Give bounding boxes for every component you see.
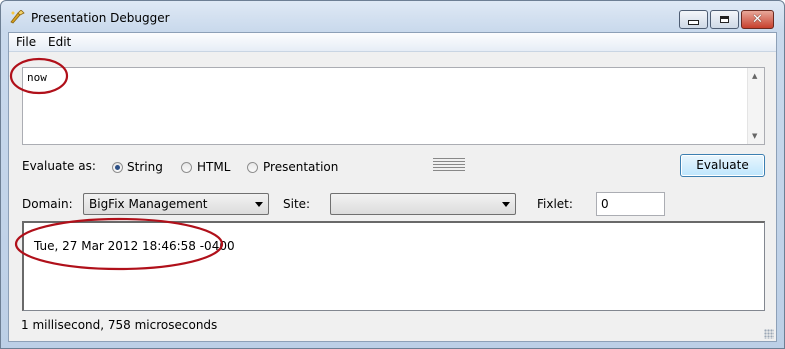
scroll-down-icon[interactable]: ▼ bbox=[752, 132, 757, 140]
expression-input[interactable]: now ▲ ▼ bbox=[22, 67, 765, 145]
radio-presentation[interactable] bbox=[247, 162, 258, 173]
menu-edit[interactable]: Edit bbox=[48, 35, 71, 49]
close-icon: ✕ bbox=[752, 12, 763, 27]
result-output[interactable]: Tue, 27 Mar 2012 18:46:58 -0400 bbox=[22, 221, 765, 311]
fixlet-label: Fixlet: bbox=[537, 197, 573, 211]
radio-string[interactable] bbox=[112, 162, 123, 173]
app-window: Presentation Debugger ✕ File Edit now ▲ … bbox=[0, 0, 785, 349]
fixlet-input[interactable]: 0 bbox=[596, 192, 665, 216]
chevron-down-icon bbox=[255, 202, 263, 207]
scroll-up-icon[interactable]: ▲ bbox=[752, 72, 757, 80]
maximize-button[interactable] bbox=[710, 10, 739, 29]
expression-scrollbar[interactable]: ▲ ▼ bbox=[747, 68, 764, 144]
client-area: File Edit now ▲ ▼ Evaluate as: String HT… bbox=[8, 32, 777, 342]
maximize-icon bbox=[720, 16, 729, 23]
radio-string-label[interactable]: String bbox=[127, 160, 163, 174]
status-text: 1 millisecond, 758 microseconds bbox=[21, 318, 218, 332]
minimize-icon bbox=[688, 20, 699, 25]
site-label: Site: bbox=[283, 197, 311, 211]
title-bar[interactable]: Presentation Debugger ✕ bbox=[1, 1, 784, 31]
domain-select-value: BigFix Management bbox=[89, 197, 208, 211]
expression-text: now bbox=[27, 71, 47, 84]
menu-file[interactable]: File bbox=[16, 35, 36, 49]
radio-presentation-label[interactable]: Presentation bbox=[263, 160, 338, 174]
evaluate-button[interactable]: Evaluate bbox=[680, 154, 765, 177]
close-button[interactable]: ✕ bbox=[741, 10, 774, 29]
result-text: Tue, 27 Mar 2012 18:46:58 -0400 bbox=[34, 239, 235, 253]
resize-grip-icon[interactable] bbox=[764, 329, 774, 339]
site-select[interactable] bbox=[330, 193, 516, 215]
domain-label: Domain: bbox=[22, 197, 73, 211]
minimize-button[interactable] bbox=[679, 10, 708, 29]
domain-select[interactable]: BigFix Management bbox=[83, 193, 269, 215]
splitter-grip-icon[interactable] bbox=[433, 158, 465, 172]
evaluate-as-label: Evaluate as: bbox=[22, 159, 96, 173]
app-icon bbox=[10, 10, 25, 24]
radio-html[interactable] bbox=[181, 162, 192, 173]
menu-bar: File Edit bbox=[9, 33, 776, 52]
chevron-down-icon bbox=[502, 202, 510, 207]
fixlet-input-value: 0 bbox=[601, 197, 609, 211]
window-title: Presentation Debugger bbox=[31, 11, 170, 25]
radio-html-label[interactable]: HTML bbox=[197, 160, 230, 174]
